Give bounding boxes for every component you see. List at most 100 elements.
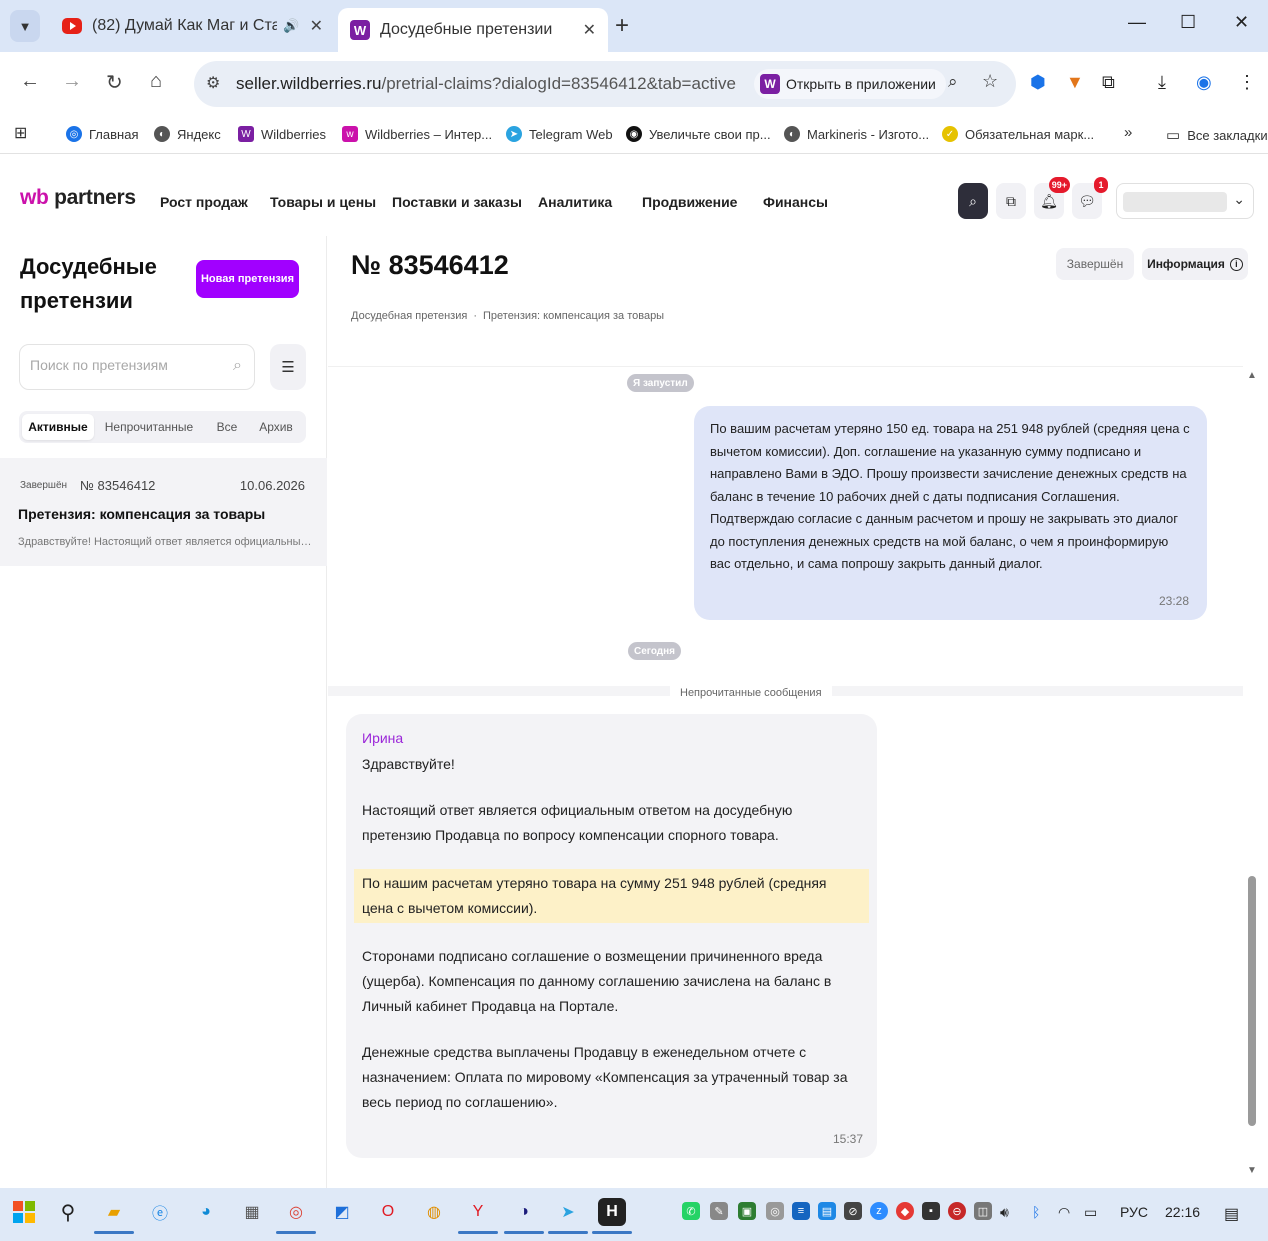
tab-close-icon[interactable]: ✕ [310,16,323,36]
yandex-browser-icon[interactable]: Y [458,1198,498,1234]
bell-icon[interactable]: 🔔︎ 99+ [1034,177,1070,219]
app-icon[interactable]: ◩ [328,1198,356,1226]
tray-app-icon[interactable]: ▪ [922,1202,940,1220]
tray-app-icon[interactable]: ▣ [738,1202,756,1220]
bookmark-item[interactable]: ◐ Яндекс [154,126,221,142]
forward-icon[interactable]: → [62,70,82,93]
bookmark-item[interactable]: W Wildberries [238,126,326,142]
volume-icon[interactable]: 🔊︎ [1000,1204,1009,1221]
new-claim-button[interactable]: Новая претензия [196,260,299,298]
wb-partners-logo[interactable]: wb partners [20,186,136,210]
bookmark-icon: ✓ [942,126,958,142]
new-tab-icon[interactable]: + [615,12,629,40]
windows-start-icon[interactable] [10,1198,38,1226]
filter-settings-icon[interactable]: ☰ [270,344,306,390]
reload-icon[interactable]: ↻ [106,70,123,95]
nav-finance[interactable]: Финансы [763,194,828,210]
scroll-thumb[interactable] [1248,876,1256,1126]
copy-icon[interactable]: ⧉ [996,183,1026,219]
info-button[interactable]: Информация i [1142,248,1248,280]
home-icon[interactable]: ⌂ [150,70,162,93]
telegram-icon[interactable]: ➤ [548,1198,588,1234]
window-close-icon[interactable]: ✕ [1234,12,1249,33]
apps-grid-icon[interactable]: ⊞ [14,123,27,143]
tray-app-icon[interactable]: ⊖ [948,1202,966,1220]
minimize-icon[interactable]: — [1128,12,1146,33]
zoom-app-icon[interactable]: z [870,1202,888,1220]
bookmark-item[interactable]: ◉ Увеличьте свои пр... [626,126,771,142]
language-indicator[interactable]: РУС [1120,1204,1148,1220]
telegram-icon: ➤ [506,126,522,142]
search-icon[interactable]: ⌕ [233,357,242,375]
file-explorer-icon[interactable]: ▰ [94,1198,134,1234]
extension-bluetooth-icon[interactable]: ⬢ [1030,72,1046,93]
extensions-puzzle-icon[interactable]: ⧉ [1102,72,1115,93]
chrome-icon[interactable]: ◎ [276,1198,316,1234]
nav-goods-prices[interactable]: Товары и цены [270,194,376,210]
chat-scrollbar[interactable]: ▲ ▼ [1245,366,1259,1176]
search-input[interactable] [30,357,220,373]
tray-app-icon[interactable]: ≡ [792,1202,810,1220]
claim-date: 10.06.2026 [239,478,305,493]
open-in-app-button[interactable]: W Открыть в приложении [754,69,946,99]
tray-app-icon[interactable]: ✎ [710,1202,728,1220]
tray-app-icon[interactable]: ◎ [766,1202,784,1220]
bookmark-star-icon[interactable]: ☆ [982,71,998,92]
profile-icon[interactable]: ◉ [1196,72,1212,93]
nav-promotion[interactable]: Продвижение [642,194,737,210]
tab-youtube[interactable]: (82) Думай Как Маг и Стань 🔊 ✕ [50,6,335,46]
notifications-icon[interactable]: ▤ [1224,1204,1239,1224]
maximize-icon[interactable]: ☐ [1180,12,1196,33]
site-settings-icon[interactable]: ⚙ [206,73,220,93]
back-icon[interactable]: ← [20,70,40,93]
tab-pretrial-claims[interactable]: W Досудебные претензии ✕ [338,8,608,52]
tab-close-icon[interactable]: ✕ [583,20,596,40]
claim-list-item[interactable]: Завершён № 83546412 10.06.2026 Претензия… [0,458,327,566]
nav-supplies-orders[interactable]: Поставки и заказы [392,194,522,210]
bluetooth-icon[interactable]: ᛒ [1032,1204,1040,1220]
wifi-icon[interactable]: ◠ [1058,1204,1070,1221]
scroll-up-icon[interactable]: ▲ [1247,370,1257,381]
tab-search-chevron-icon[interactable]: ▼ [10,10,40,42]
app-icon[interactable]: ◍ [420,1198,448,1226]
app-h-icon[interactable]: H [592,1198,632,1234]
bookmark-item[interactable]: ✓ Обязательная марк... [942,126,1094,142]
nav-sales-growth[interactable]: Рост продаж [160,194,248,210]
tray-app-icon[interactable]: ▤ [818,1202,836,1220]
breadcrumb-item[interactable]: Досудебная претензия [351,310,467,322]
zoom-icon[interactable]: ⌕ [948,72,958,92]
tab-active[interactable]: Активные [22,414,94,440]
url-text[interactable]: seller.wildberries.ru/pretrial-claims?di… [236,74,736,94]
bookmark-item[interactable]: w Wildberries – Интер... [342,126,492,142]
whatsapp-icon[interactable]: ✆ [682,1202,700,1220]
tab-all[interactable]: Все [204,414,250,440]
opera-icon[interactable]: O [374,1198,402,1226]
search-icon[interactable]: ⚲ [54,1198,82,1226]
calculator-icon[interactable]: ▦ [238,1198,266,1226]
download-icon[interactable]: ⤓ [1158,72,1166,93]
address-bar[interactable]: ⚙ seller.wildberries.ru/pretrial-claims?… [194,61,1016,107]
more-bookmarks-chevron-icon[interactable]: » [1124,124,1132,141]
tray-app-icon[interactable]: ⊘ [844,1202,862,1220]
bookmark-item[interactable]: ◎ Главная [66,126,138,142]
app-icon[interactable]: ◑ [504,1198,544,1234]
all-bookmarks-folder[interactable]: ▭ Все закладки [1166,126,1268,144]
bookmark-item[interactable]: ➤ Telegram Web [506,126,613,142]
extension-metamask-icon[interactable]: ▼ [1066,72,1084,93]
search-icon[interactable]: ⌕ [958,183,988,219]
tray-app-icon[interactable]: ◫ [974,1202,992,1220]
battery-icon[interactable]: ▭ [1084,1204,1097,1221]
edge-icon[interactable]: ◕ [192,1198,220,1226]
tray-app-icon[interactable]: ◆ [896,1202,914,1220]
tab-archive[interactable]: Архив [250,414,302,440]
scroll-down-icon[interactable]: ▼ [1247,1165,1257,1176]
clock[interactable]: 22:16 [1165,1204,1200,1220]
bookmark-item[interactable]: ◐ Markineris - Изгото... [784,126,929,142]
nav-analytics[interactable]: Аналитика [538,194,612,210]
chat-icon[interactable]: 💬︎ 1 [1072,177,1108,219]
internet-explorer-icon[interactable]: ⓔ [146,1198,174,1226]
browser-menu-icon[interactable]: ⋮ [1238,72,1256,93]
speaker-icon[interactable]: 🔊 [283,18,299,34]
profile-selector[interactable]: ⌄ [1116,183,1254,219]
tab-unread[interactable]: Непрочитанные [94,414,204,440]
